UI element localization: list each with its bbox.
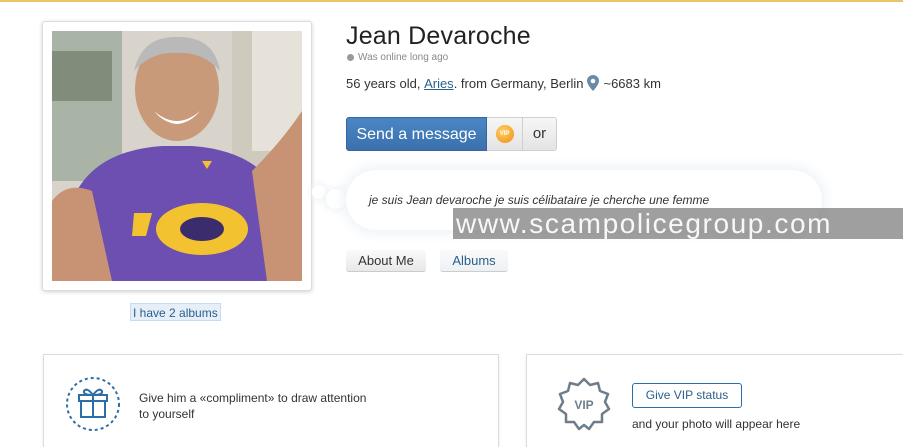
location-text: . from Germany, Berlin <box>453 75 584 91</box>
map-pin-icon <box>587 75 600 91</box>
compliment-line-1: Give him a «compliment» to draw attentio… <box>139 391 367 405</box>
online-status-text: Was online long ago <box>358 52 449 63</box>
vip-caption: and your photo will appear here <box>632 417 801 431</box>
vip-status-card: VIP Give VIP status and your photo will … <box>526 354 903 447</box>
compliment-text: Give him a «compliment» to draw attentio… <box>139 390 409 422</box>
profile-photo-image <box>52 31 302 281</box>
distance-text: ~6683 km <box>603 75 661 91</box>
age-text: 56 years old, <box>346 75 421 91</box>
watermark-banner: www.scampolicegroup.com <box>453 208 903 239</box>
give-vip-button[interactable]: Give VIP status <box>632 383 742 408</box>
bio-text: je suis Jean devaroche je suis célibatai… <box>369 193 710 207</box>
profile-photo[interactable] <box>42 21 312 291</box>
or-button[interactable]: or <box>523 117 557 151</box>
top-accent-line <box>0 0 903 2</box>
zodiac-link[interactable]: Aries <box>424 76 454 91</box>
vip-gift-button[interactable]: VIP <box>487 117 523 151</box>
compliment-card[interactable]: Give him a «compliment» to draw attentio… <box>43 354 499 447</box>
albums-count-link[interactable]: I have 2 albums <box>130 303 221 321</box>
vip-badge-icon: VIP <box>557 377 611 431</box>
cloud-puff <box>326 189 346 209</box>
send-message-button[interactable]: Send a message <box>346 117 487 151</box>
profile-name: Jean Devaroche <box>346 22 531 50</box>
online-status: Was online long ago <box>347 52 448 63</box>
cloud-puff <box>312 185 326 199</box>
vip-badge-label: VIP <box>574 398 593 412</box>
tab-about-me[interactable]: About Me <box>346 250 426 272</box>
status-dot-icon <box>347 54 354 61</box>
vip-coin-icon: VIP <box>495 125 514 143</box>
gift-icon <box>66 377 120 431</box>
compliment-line-2: to yourself <box>139 407 195 421</box>
profile-details: 56 years old, Aries . from Germany, Berl… <box>346 75 661 91</box>
tab-albums[interactable]: Albums <box>440 250 508 272</box>
